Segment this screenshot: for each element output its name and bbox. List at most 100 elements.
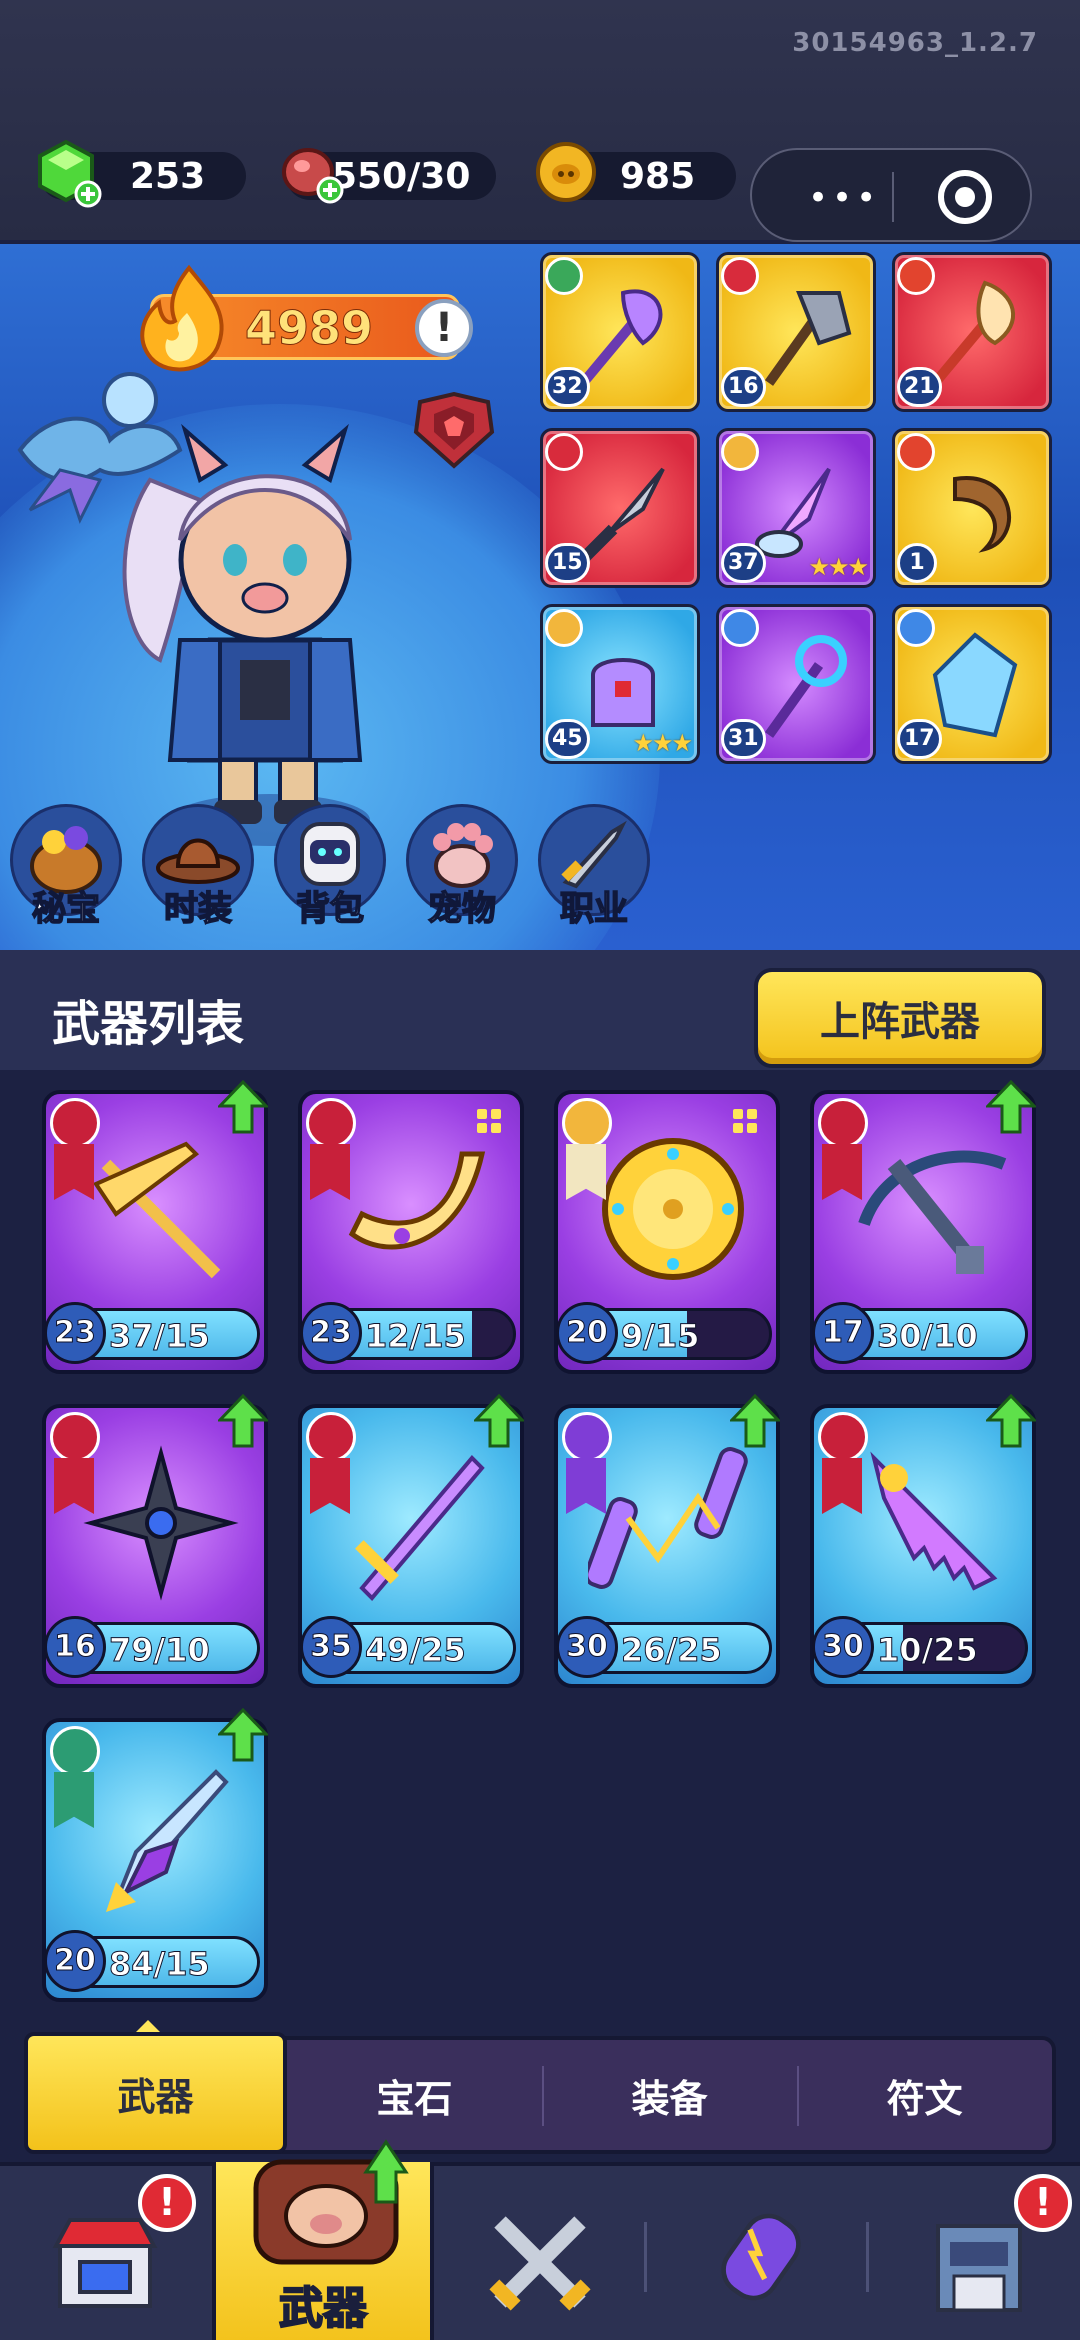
sword-icon	[355, 1455, 485, 1601]
equip-slot-6[interactable]: 1	[892, 428, 1052, 588]
equip-level: 31	[721, 719, 766, 759]
golden-shield-icon	[602, 1138, 744, 1280]
element-holy-icon	[562, 1098, 612, 1148]
element-attack-icon	[306, 1098, 356, 1148]
category-tabs: 武器 宝石 装备 符文	[24, 2032, 1056, 2154]
rarity-ribbon	[822, 1458, 862, 1514]
equip-slot-8[interactable]: 31	[716, 604, 876, 764]
weapon-level: 23	[300, 1302, 362, 1364]
upgrade-arrow-icon	[218, 1708, 268, 1762]
costume-button[interactable]: 时装	[142, 804, 254, 930]
equip-slot-1[interactable]: 32	[540, 252, 700, 412]
weapon-level: 17	[812, 1302, 874, 1364]
weapon-card-5[interactable]: 79/10 16	[42, 1394, 268, 1688]
bottom-nav: ! 武器 !	[0, 2139, 1080, 2340]
nav-weapons[interactable]: 武器	[212, 2139, 434, 2340]
nav-weapons-label: 武器	[278, 2282, 368, 2335]
rarity-ribbon	[822, 1144, 862, 1200]
element-fire-icon	[897, 433, 935, 471]
upgrade-arrow-icon	[218, 1080, 268, 1134]
shuriken-icon	[83, 1445, 239, 1601]
crossbow-icon	[858, 1150, 1007, 1274]
element-attack-icon	[306, 1412, 356, 1462]
progress-text: 79/10	[109, 1631, 211, 1670]
close-target-icon[interactable]	[938, 170, 992, 224]
element-holy-icon	[545, 609, 583, 647]
building-alert-badge: !	[1014, 2174, 1072, 2232]
weapon-level: 30	[812, 1616, 874, 1678]
slot-dots-icon	[477, 1109, 501, 1133]
shop-icon	[52, 2218, 158, 2308]
weapon-card-3[interactable]: 9/15 20	[554, 1090, 780, 1374]
hero-character[interactable]	[0, 340, 520, 860]
golden-pitchfork-icon	[93, 1141, 221, 1279]
weapon-card-7[interactable]: 26/25 30	[554, 1394, 780, 1688]
weapon-card-6[interactable]: 49/25 35	[298, 1394, 524, 1688]
nav-building[interactable]: !	[900, 2166, 1072, 2340]
building-icon	[936, 2224, 1022, 2312]
weapon-card-2[interactable]: 12/15 23	[298, 1090, 524, 1374]
hero-menu: 秘宝 时装 背包 宠物 职业	[10, 804, 650, 930]
element-attack-icon	[50, 1412, 100, 1462]
equip-slot-7[interactable]: ★★★ 45	[540, 604, 700, 764]
equip-level: 37	[721, 543, 766, 583]
meat-counter[interactable]: 550/30	[282, 148, 496, 204]
version-label: 30154963_1.2.7	[792, 28, 1038, 58]
element-ice-icon	[897, 609, 935, 647]
rarity-ribbon	[54, 1144, 94, 1200]
tab-equipment[interactable]: 装备	[542, 2040, 797, 2150]
rarity-ribbon	[310, 1144, 350, 1200]
rarity-ribbon	[310, 1458, 350, 1514]
nav-divider	[866, 2222, 869, 2292]
crossed-swords-icon	[489, 2216, 591, 2311]
progress-text: 37/15	[109, 1317, 211, 1356]
equip-slot-2[interactable]: 16	[716, 252, 876, 412]
equip-slot-9[interactable]: 17	[892, 604, 1052, 764]
weapon-list-title: 武器列表	[52, 996, 245, 1052]
element-attack-icon	[818, 1098, 868, 1148]
equip-level: 17	[897, 719, 942, 759]
element-lightning-icon	[562, 1412, 612, 1462]
equip-slot-4[interactable]: 15	[540, 428, 700, 588]
element-attack-icon	[50, 1098, 100, 1148]
pig-coin-icon	[536, 142, 596, 202]
nunchaku-icon	[588, 1447, 748, 1589]
element-attack-icon	[818, 1412, 868, 1462]
equip-level: 15	[545, 543, 590, 583]
shop-alert-badge: !	[138, 2174, 196, 2232]
backpack-button[interactable]: 背包	[274, 804, 386, 930]
upgrade-arrow-icon	[986, 1080, 1036, 1134]
weapon-card-8[interactable]: 10/25 30	[810, 1394, 1036, 1688]
tab-runes[interactable]: 符文	[797, 2040, 1052, 2150]
nav-battle[interactable]	[470, 2166, 620, 2340]
weapon-level: 30	[556, 1616, 618, 1678]
serrated-blade-icon	[870, 1451, 998, 1591]
class-button[interactable]: 职业	[538, 804, 650, 930]
deploy-weapon-button[interactable]: 上阵武器	[754, 968, 1046, 1068]
progress-text: 30/10	[877, 1317, 979, 1356]
nav-shop[interactable]: !	[30, 2166, 196, 2340]
progress-text: 26/25	[621, 1631, 723, 1670]
weapon-card-9[interactable]: 84/15 20	[42, 1708, 268, 2002]
gem-counter[interactable]: 253	[38, 139, 246, 208]
pet-button[interactable]: 宠物	[406, 804, 518, 930]
upgrade-arrow-icon	[218, 1394, 268, 1448]
element-nature-icon	[50, 1726, 100, 1776]
hero-panel: 4989 ! 32 16 21 15 ★★★ 37 1 ★★★ 45 31 17…	[0, 244, 1080, 950]
green-gem-icon	[38, 139, 102, 208]
element-holy-icon	[721, 433, 759, 471]
coin-counter[interactable]: 985	[536, 142, 736, 202]
equip-slot-3[interactable]: 21	[892, 252, 1052, 412]
menu-label: 秘宝	[31, 888, 101, 930]
equip-slot-5[interactable]: ★★★ 37	[716, 428, 876, 588]
weapon-grid: 37/15 23 12/15 23 9/15 20 30/10 17 79/10…	[42, 1080, 1042, 2002]
more-icon[interactable]: •••	[808, 178, 880, 218]
treasure-button[interactable]: 秘宝	[10, 804, 122, 930]
star-rating: ★★★	[808, 553, 869, 581]
equip-level: 1	[897, 543, 937, 583]
nav-gacha[interactable]	[690, 2166, 840, 2340]
element-wind-icon	[545, 257, 583, 295]
progress-text: 9/15	[620, 1317, 700, 1356]
weapon-card-4[interactable]: 30/10 17	[810, 1080, 1036, 1374]
weapon-card-1[interactable]: 37/15 23	[42, 1080, 268, 1374]
